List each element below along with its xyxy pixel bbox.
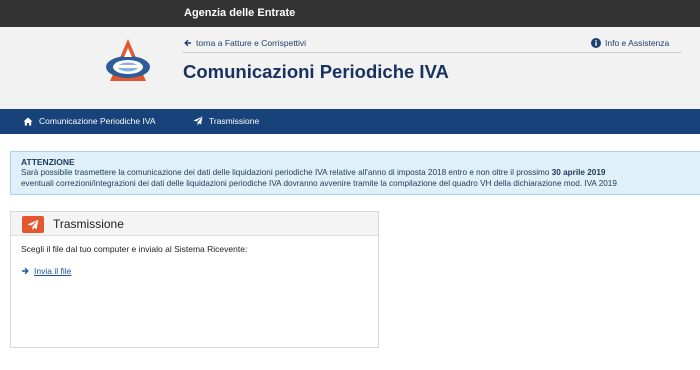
attention-alert: ATTENZIONE Sarà possibile trasmettere la… xyxy=(10,151,700,195)
back-link-label: torna a Fatture e Corrispettivi xyxy=(196,38,307,48)
nav-item-comunicazione[interactable]: Comunicazione Periodiche IVA xyxy=(23,116,156,126)
brand-name: Agenzia delle Entrate xyxy=(184,7,296,19)
nav-item-label: Comunicazione Periodiche IVA xyxy=(39,116,156,126)
alert-deadline: 30 aprile 2019 xyxy=(551,168,606,177)
invia-file-link[interactable]: Invia il file xyxy=(21,266,71,276)
alert-line-1: Sarà possibile trasmettere la comunicazi… xyxy=(21,168,605,177)
panel-header: Trasmissione xyxy=(11,212,378,236)
panel-description: Scegli il file dal tuo computer e invial… xyxy=(21,244,248,254)
header: torna a Fatture e Corrispettivi Info e A… xyxy=(0,27,700,109)
agenzia-logo[interactable] xyxy=(102,37,154,89)
alert-line-1-text: Sarà possibile trasmettere la comunicazi… xyxy=(21,168,552,177)
nav-item-label: Trasmissione xyxy=(209,116,260,126)
page-title: Comunicazioni Periodiche IVA xyxy=(183,61,449,82)
alert-line-2: eventuali correzioni/integrazioni dei da… xyxy=(21,179,617,188)
main-nav: Comunicazione Periodiche IVA Trasmission… xyxy=(0,109,700,134)
paper-plane-icon xyxy=(193,116,203,126)
home-icon xyxy=(23,117,33,125)
alert-title: ATTENZIONE xyxy=(21,157,75,167)
top-bar: Agenzia delle Entrate xyxy=(0,0,700,27)
info-link-label: Info e Assistenza xyxy=(605,38,670,48)
invia-file-label: Invia il file xyxy=(34,266,72,276)
trasmissione-panel: Trasmissione Scegli il file dal tuo comp… xyxy=(10,211,379,348)
info-assistenza-link[interactable]: Info e Assistenza xyxy=(591,38,669,48)
paper-plane-icon xyxy=(22,216,44,233)
arrow-right-icon xyxy=(22,267,29,275)
nav-item-trasmissione[interactable]: Trasmissione xyxy=(193,116,259,126)
panel-title: Trasmissione xyxy=(53,217,124,231)
header-divider xyxy=(182,52,682,53)
arrow-left-icon xyxy=(184,39,191,47)
info-icon xyxy=(591,38,601,48)
back-link[interactable]: torna a Fatture e Corrispettivi xyxy=(184,38,306,48)
